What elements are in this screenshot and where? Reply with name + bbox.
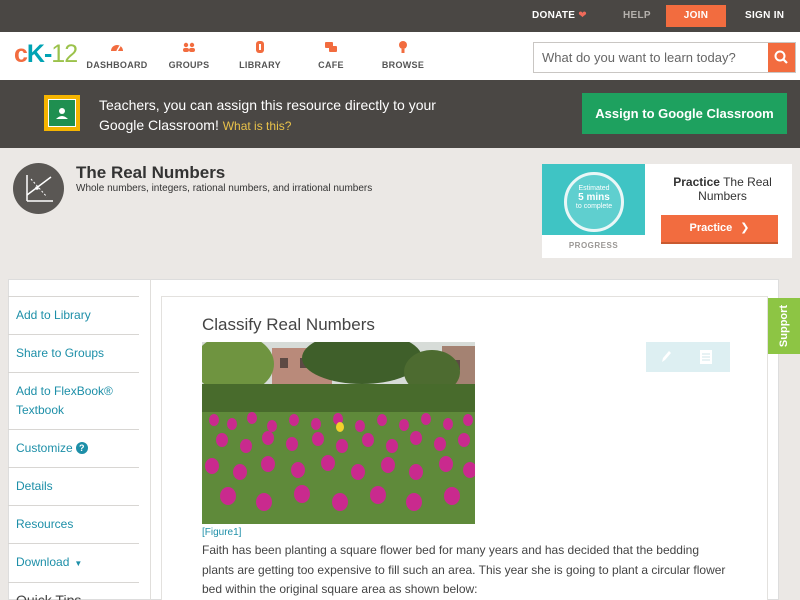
search-icon: [774, 50, 788, 64]
join-button[interactable]: JOIN: [666, 5, 726, 27]
donate-link[interactable]: DONATE ❤: [532, 0, 587, 32]
sidebar-item-details[interactable]: Details: [8, 467, 139, 505]
what-is-this-link[interactable]: What is this?: [223, 119, 292, 133]
chevron-right-icon: ❯: [740, 222, 750, 234]
sidebar-item-add-to-library[interactable]: Add to Library: [8, 296, 139, 334]
search-button[interactable]: [768, 43, 795, 72]
heart-icon: ❤: [578, 10, 587, 21]
nav-cafe-label: CAFE: [318, 60, 344, 70]
sidebar: Add to Library Share to Groups Add to Fl…: [8, 296, 139, 600]
top-utility-bar: DONATE ❤ HELP JOIN SIGN IN: [0, 0, 800, 32]
nav-groups-label: GROUPS: [168, 60, 210, 70]
article-title: Classify Real Numbers: [202, 315, 375, 334]
logo-c: c: [14, 40, 28, 68]
customize-label: Customize: [16, 441, 73, 455]
nav-library-label: LIBRARY: [239, 60, 281, 70]
concept-subtitle: Whole numbers, integers, rational number…: [76, 183, 373, 194]
nav-dashboard-label: DASHBOARD: [86, 60, 148, 70]
help-link[interactable]: HELP: [623, 0, 651, 32]
main-navbar: cK-12 DASHBOARD GROUPS LIBRARY CAFE BROW…: [0, 32, 800, 80]
nav-library[interactable]: LIBRARY: [225, 40, 295, 70]
classroom-message: Teachers, you can assign this resource d…: [99, 95, 439, 136]
concept-title: The Real Numbers: [76, 163, 226, 182]
groups-icon: [183, 42, 195, 52]
ck12-logo[interactable]: cK-12: [14, 40, 78, 69]
assign-google-classroom-button[interactable]: Assign to Google Classroom: [582, 93, 787, 134]
practice-title: Practice The Real Numbers: [660, 175, 785, 203]
sidebar-item-add-to-flexbook[interactable]: Add to FlexBook® Textbook: [8, 372, 139, 429]
sidebar-divider: [150, 279, 151, 600]
browse-icon: [399, 41, 407, 53]
practice-title-bold: Practice: [673, 175, 720, 189]
logo-num: 12: [51, 40, 78, 68]
nav-cafe[interactable]: CAFE: [296, 40, 366, 70]
search-box: [533, 42, 796, 73]
nav-dashboard[interactable]: DASHBOARD: [82, 40, 152, 70]
practice-progress-image: Estimated 5 mins to complete: [542, 164, 645, 235]
estimated-time: Estimated 5 mins to complete: [565, 184, 623, 211]
question-icon[interactable]: ?: [75, 442, 88, 454]
concept-graph-icon: [13, 163, 64, 214]
search-input[interactable]: [534, 43, 769, 72]
nav-browse[interactable]: BROWSE: [368, 40, 438, 70]
progress-label: PROGRESS: [568, 241, 619, 250]
article-body-text: Faith has been planting a square flower …: [202, 543, 726, 596]
annotation-tools: [646, 342, 730, 372]
practice-button[interactable]: Practice ❯: [661, 215, 778, 244]
sidebar-item-download[interactable]: Download ▼: [8, 543, 139, 582]
sidebar-item-share-to-groups[interactable]: Share to Groups: [8, 334, 139, 372]
practice-widget: Estimated 5 mins to complete PROGRESS Pr…: [542, 164, 792, 258]
dashboard-icon: [111, 45, 123, 52]
sidebar-item-customize[interactable]: Customize?: [8, 429, 139, 467]
donate-label: DONATE: [532, 10, 576, 21]
quick-tips-heading: Quick Tips: [8, 582, 139, 600]
notes-icon[interactable]: [696, 347, 716, 367]
google-classroom-icon: [44, 95, 80, 131]
sign-in-link[interactable]: SIGN IN: [745, 0, 784, 32]
support-tab-label: Support: [778, 304, 790, 348]
logo-k: K-: [26, 40, 52, 68]
sidebar-item-resources[interactable]: Resources: [8, 505, 139, 543]
cafe-icon: [325, 42, 337, 52]
caret-down-icon: ▼: [74, 559, 83, 568]
nav-groups[interactable]: GROUPS: [154, 40, 224, 70]
estimated-mins: 5 mins: [578, 192, 610, 203]
flower-bed-photo: [202, 342, 475, 524]
practice-button-label: Practice: [689, 222, 733, 234]
support-tab[interactable]: Support: [768, 298, 800, 354]
download-label: Download: [16, 555, 70, 569]
figure-label[interactable]: [Figure1]: [202, 527, 241, 538]
pencil-icon[interactable]: [656, 347, 676, 367]
to-complete-label: to complete: [575, 203, 613, 210]
library-icon: [256, 41, 264, 53]
nav-browse-label: BROWSE: [381, 60, 425, 70]
